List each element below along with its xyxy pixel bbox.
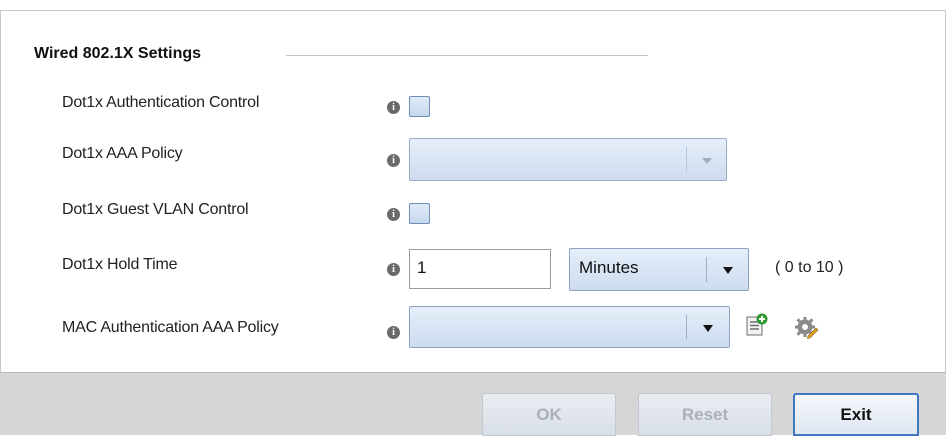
dot1x-aaa-policy-select[interactable] [409, 138, 727, 181]
hold-time-unit-value: Minutes [579, 258, 639, 277]
panel-border-top [0, 10, 946, 11]
create-policy-icon[interactable] [745, 313, 769, 337]
chevron-down-icon [703, 325, 713, 332]
select-separator [706, 257, 707, 282]
chevron-down-icon [702, 158, 712, 164]
info-icon[interactable]: i [387, 101, 400, 114]
info-icon[interactable]: i [387, 263, 400, 276]
dot1x-hold-time-input[interactable]: 1 [409, 249, 551, 289]
action-footer: OK Reset Exit [0, 372, 946, 436]
dot1x-hold-time-label: Dot1x Hold Time [62, 256, 178, 273]
wired-8021x-settings-panel: Wired 802.1X Settings Dot1x Authenticati… [0, 0, 946, 436]
hold-time-range-hint: ( 0 to 10 ) [775, 259, 844, 276]
exit-button[interactable]: Exit [793, 393, 919, 436]
info-icon[interactable]: i [387, 154, 400, 167]
mac-auth-aaa-policy-label: MAC Authentication AAA Policy [62, 319, 279, 336]
mac-auth-aaa-policy-select[interactable] [409, 306, 730, 348]
panel-border-left [0, 10, 1, 372]
section-divider [286, 55, 648, 56]
ok-button[interactable]: OK [482, 393, 616, 436]
edit-policy-icon[interactable] [793, 314, 819, 339]
dot1x-guest-vlan-checkbox[interactable] [409, 203, 430, 224]
info-icon[interactable]: i [387, 326, 400, 339]
section-title: Wired 802.1X Settings [34, 45, 202, 62]
dot1x-auth-control-checkbox[interactable] [409, 96, 430, 117]
dot1x-auth-control-label: Dot1x Authentication Control [62, 94, 260, 111]
dot1x-hold-time-unit-select[interactable]: Minutes [569, 248, 749, 291]
select-separator [686, 147, 687, 172]
chevron-down-icon [723, 267, 733, 274]
info-icon[interactable]: i [387, 208, 400, 221]
reset-button[interactable]: Reset [638, 393, 772, 436]
dot1x-aaa-policy-label: Dot1x AAA Policy [62, 145, 183, 162]
select-separator [686, 315, 687, 339]
dot1x-guest-vlan-label: Dot1x Guest VLAN Control [62, 201, 249, 218]
